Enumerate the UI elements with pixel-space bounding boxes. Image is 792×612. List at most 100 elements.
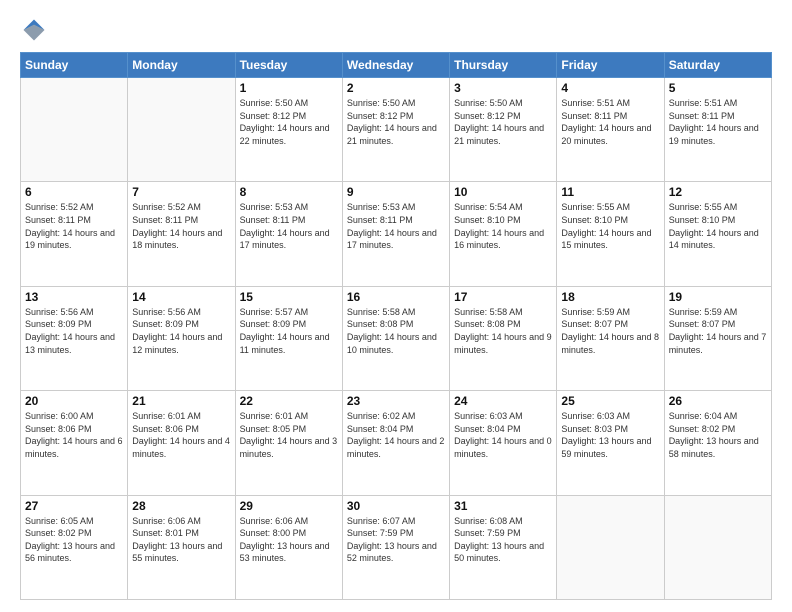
day-number: 31 — [454, 499, 552, 513]
calendar-cell — [557, 495, 664, 599]
day-number: 18 — [561, 290, 659, 304]
day-info: Sunrise: 5:51 AM Sunset: 8:11 PM Dayligh… — [669, 97, 767, 147]
day-info: Sunrise: 5:50 AM Sunset: 8:12 PM Dayligh… — [454, 97, 552, 147]
calendar-cell: 3 Sunrise: 5:50 AM Sunset: 8:12 PM Daylig… — [450, 78, 557, 182]
calendar-cell: 25 Sunrise: 6:03 AM Sunset: 8:03 PM Dayli… — [557, 391, 664, 495]
calendar-cell: 22 Sunrise: 6:01 AM Sunset: 8:05 PM Dayli… — [235, 391, 342, 495]
day-info: Sunrise: 6:08 AM Sunset: 7:59 PM Dayligh… — [454, 515, 552, 565]
day-info: Sunrise: 5:55 AM Sunset: 8:10 PM Dayligh… — [669, 201, 767, 251]
day-number: 2 — [347, 81, 445, 95]
calendar-cell: 19 Sunrise: 5:59 AM Sunset: 8:07 PM Dayli… — [664, 286, 771, 390]
calendar-cell: 1 Sunrise: 5:50 AM Sunset: 8:12 PM Daylig… — [235, 78, 342, 182]
day-number: 17 — [454, 290, 552, 304]
day-number: 26 — [669, 394, 767, 408]
day-info: Sunrise: 6:04 AM Sunset: 8:02 PM Dayligh… — [669, 410, 767, 460]
weekday-header-saturday: Saturday — [664, 53, 771, 78]
calendar-cell: 13Sunrise: 5:56 AM Sunset: 8:09 PM Dayli… — [21, 286, 128, 390]
calendar-cell: 12Sunrise: 5:55 AM Sunset: 8:10 PM Dayli… — [664, 182, 771, 286]
calendar-cell: 5 Sunrise: 5:51 AM Sunset: 8:11 PM Daylig… — [664, 78, 771, 182]
calendar-cell: 11 Sunrise: 5:55 AM Sunset: 8:10 PM Dayli… — [557, 182, 664, 286]
weekday-header-sunday: Sunday — [21, 53, 128, 78]
weekday-header-wednesday: Wednesday — [342, 53, 449, 78]
day-number: 13 — [25, 290, 123, 304]
day-number: 9 — [347, 185, 445, 199]
day-number: 1 — [240, 81, 338, 95]
calendar-cell: 23 Sunrise: 6:02 AM Sunset: 8:04 PM Dayli… — [342, 391, 449, 495]
day-info: Sunrise: 5:52 AM Sunset: 8:11 PM Dayligh… — [25, 201, 123, 251]
day-number: 22 — [240, 394, 338, 408]
day-info: Sunrise: 6:03 AM Sunset: 8:04 PM Dayligh… — [454, 410, 552, 460]
page: SundayMondayTuesdayWednesdayThursdayFrid… — [0, 0, 792, 612]
day-info: Sunrise: 6:00 AM Sunset: 8:06 PM Dayligh… — [25, 410, 123, 460]
day-info: Sunrise: 5:59 AM Sunset: 8:07 PM Dayligh… — [669, 306, 767, 356]
calendar-cell: 18Sunrise: 5:59 AM Sunset: 8:07 PM Dayli… — [557, 286, 664, 390]
calendar-cell: 21Sunrise: 6:01 AM Sunset: 8:06 PM Dayli… — [128, 391, 235, 495]
weekday-header-monday: Monday — [128, 53, 235, 78]
calendar-cell: 2 Sunrise: 5:50 AM Sunset: 8:12 PM Daylig… — [342, 78, 449, 182]
calendar-cell — [128, 78, 235, 182]
day-info: Sunrise: 6:01 AM Sunset: 8:05 PM Dayligh… — [240, 410, 338, 460]
day-number: 27 — [25, 499, 123, 513]
day-info: Sunrise: 5:54 AM Sunset: 8:10 PM Dayligh… — [454, 201, 552, 251]
day-number: 3 — [454, 81, 552, 95]
day-number: 15 — [240, 290, 338, 304]
calendar-cell: 14 Sunrise: 5:56 AM Sunset: 8:09 PM Dayli… — [128, 286, 235, 390]
day-info: Sunrise: 6:01 AM Sunset: 8:06 PM Dayligh… — [132, 410, 230, 460]
week-row-5: 27 Sunrise: 6:05 AM Sunset: 8:02 PM Dayli… — [21, 495, 772, 599]
day-info: Sunrise: 6:05 AM Sunset: 8:02 PM Dayligh… — [25, 515, 123, 565]
calendar-cell — [21, 78, 128, 182]
calendar-cell: 6 Sunrise: 5:52 AM Sunset: 8:11 PM Daylig… — [21, 182, 128, 286]
day-info: Sunrise: 5:53 AM Sunset: 8:11 PM Dayligh… — [240, 201, 338, 251]
week-row-4: 20 Sunrise: 6:00 AM Sunset: 8:06 PM Dayli… — [21, 391, 772, 495]
day-number: 28 — [132, 499, 230, 513]
calendar-cell: 16Sunrise: 5:58 AM Sunset: 8:08 PM Dayli… — [342, 286, 449, 390]
calendar-cell: 30 Sunrise: 6:07 AM Sunset: 7:59 PM Dayli… — [342, 495, 449, 599]
calendar-cell: 4 Sunrise: 5:51 AM Sunset: 8:11 PM Daylig… — [557, 78, 664, 182]
day-info: Sunrise: 6:02 AM Sunset: 8:04 PM Dayligh… — [347, 410, 445, 460]
calendar-cell: 8 Sunrise: 5:53 AM Sunset: 8:11 PM Daylig… — [235, 182, 342, 286]
day-info: Sunrise: 5:51 AM Sunset: 8:11 PM Dayligh… — [561, 97, 659, 147]
day-info: Sunrise: 5:58 AM Sunset: 8:08 PM Dayligh… — [454, 306, 552, 356]
calendar-cell: 15Sunrise: 5:57 AM Sunset: 8:09 PM Dayli… — [235, 286, 342, 390]
day-number: 4 — [561, 81, 659, 95]
weekday-header-friday: Friday — [557, 53, 664, 78]
calendar-header-row: SundayMondayTuesdayWednesdayThursdayFrid… — [21, 53, 772, 78]
week-row-3: 13 Sunrise: 5:56 AM Sunset: 8:09 PM Dayli… — [21, 286, 772, 390]
day-number: 16 — [347, 290, 445, 304]
calendar-cell: 28Sunrise: 6:06 AM Sunset: 8:01 PM Dayli… — [128, 495, 235, 599]
calendar-cell: 29 Sunrise: 6:06 AM Sunset: 8:00 PM Dayli… — [235, 495, 342, 599]
day-number: 19 — [669, 290, 767, 304]
calendar-cell: 26 Sunrise: 6:04 AM Sunset: 8:02 PM Dayli… — [664, 391, 771, 495]
day-number: 7 — [132, 185, 230, 199]
header — [20, 16, 772, 44]
day-info: Sunrise: 6:07 AM Sunset: 7:59 PM Dayligh… — [347, 515, 445, 565]
calendar-cell: 27 Sunrise: 6:05 AM Sunset: 8:02 PM Dayli… — [21, 495, 128, 599]
day-number: 23 — [347, 394, 445, 408]
day-info: Sunrise: 6:03 AM Sunset: 8:03 PM Dayligh… — [561, 410, 659, 460]
week-row-2: 6 Sunrise: 5:52 AM Sunset: 8:11 PM Daylig… — [21, 182, 772, 286]
logo — [20, 16, 52, 44]
day-info: Sunrise: 5:50 AM Sunset: 8:12 PM Dayligh… — [347, 97, 445, 147]
calendar-cell — [664, 495, 771, 599]
day-number: 30 — [347, 499, 445, 513]
day-number: 20 — [25, 394, 123, 408]
day-number: 25 — [561, 394, 659, 408]
day-info: Sunrise: 5:56 AM Sunset: 8:09 PM Dayligh… — [132, 306, 230, 356]
day-info: Sunrise: 5:55 AM Sunset: 8:10 PM Dayligh… — [561, 201, 659, 251]
day-number: 29 — [240, 499, 338, 513]
calendar-cell: 10Sunrise: 5:54 AM Sunset: 8:10 PM Dayli… — [450, 182, 557, 286]
calendar: SundayMondayTuesdayWednesdayThursdayFrid… — [20, 52, 772, 600]
calendar-cell: 7 Sunrise: 5:52 AM Sunset: 8:11 PM Daylig… — [128, 182, 235, 286]
day-number: 11 — [561, 185, 659, 199]
day-number: 24 — [454, 394, 552, 408]
day-info: Sunrise: 6:06 AM Sunset: 8:00 PM Dayligh… — [240, 515, 338, 565]
day-info: Sunrise: 5:53 AM Sunset: 8:11 PM Dayligh… — [347, 201, 445, 251]
day-number: 6 — [25, 185, 123, 199]
day-info: Sunrise: 5:50 AM Sunset: 8:12 PM Dayligh… — [240, 97, 338, 147]
day-number: 5 — [669, 81, 767, 95]
day-number: 14 — [132, 290, 230, 304]
day-info: Sunrise: 5:52 AM Sunset: 8:11 PM Dayligh… — [132, 201, 230, 251]
calendar-cell: 24 Sunrise: 6:03 AM Sunset: 8:04 PM Dayli… — [450, 391, 557, 495]
day-number: 8 — [240, 185, 338, 199]
weekday-header-tuesday: Tuesday — [235, 53, 342, 78]
